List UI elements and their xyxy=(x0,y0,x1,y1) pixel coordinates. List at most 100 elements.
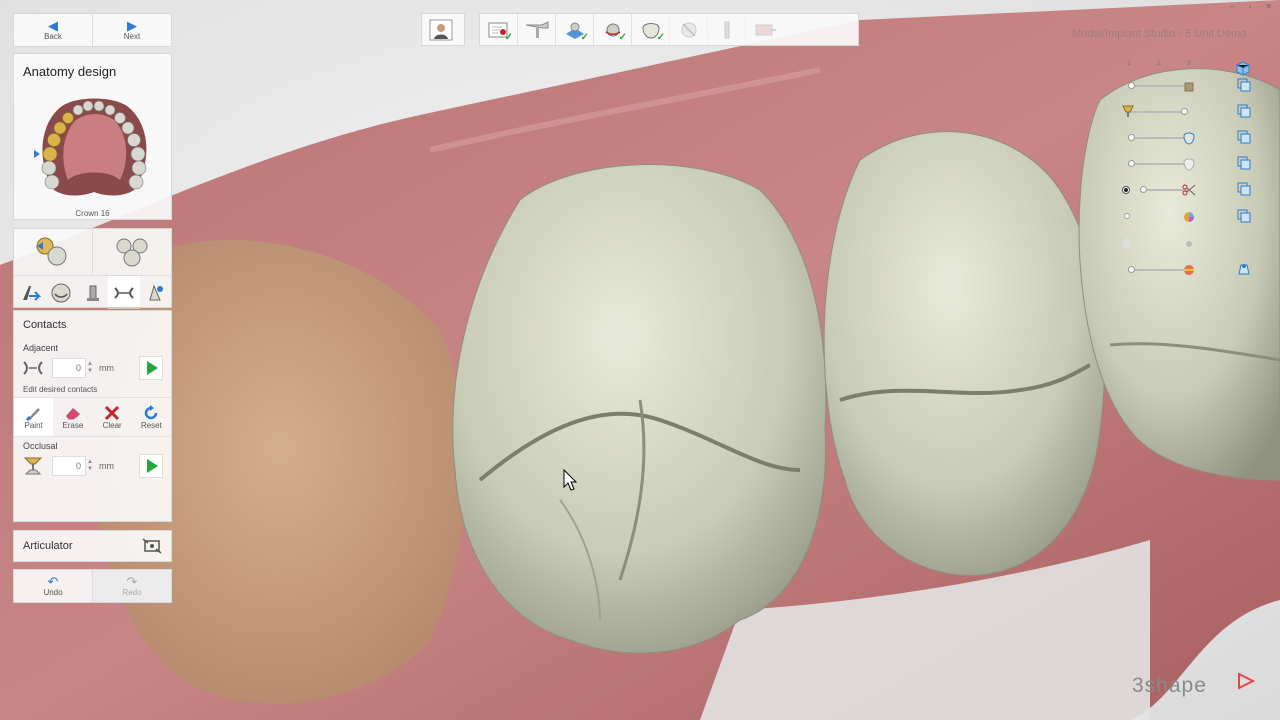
radio-selected-icon[interactable] xyxy=(1122,186,1130,194)
vis-row-color xyxy=(1124,207,1254,227)
redo-icon: ↷ xyxy=(126,573,138,589)
cutback-step-button[interactable] xyxy=(669,14,707,45)
toggle-dot[interactable] xyxy=(1186,241,1192,247)
slider-handle[interactable] xyxy=(1128,160,1135,167)
clear-button[interactable]: Clear xyxy=(93,398,132,436)
articulator-button[interactable]: Articulator xyxy=(13,530,172,562)
adjacent-distance-stepper[interactable]: ▲▼ xyxy=(52,358,93,378)
paint-label: Paint xyxy=(24,420,43,430)
chevron-down-icon[interactable]: ▼ xyxy=(87,368,93,375)
step-done-check-icon: ✓ xyxy=(618,32,627,43)
reset-button[interactable]: Reset xyxy=(132,398,171,436)
window-title: Model/Implant Studio - 5 Unit Demo xyxy=(1072,28,1247,40)
slider-handle[interactable] xyxy=(1128,82,1135,89)
undo-button[interactable]: ↶ Undo xyxy=(14,570,92,602)
edit-contacts-hint: Edit desired contacts xyxy=(23,385,98,394)
copy-layer-icon[interactable] xyxy=(1237,130,1251,144)
jaw-overview-thumbnail[interactable] xyxy=(32,94,156,206)
visibility-slider[interactable] xyxy=(1140,186,1188,193)
next-button[interactable]: ▶ Next xyxy=(92,14,171,46)
smile-composer-tool-button[interactable] xyxy=(45,276,76,309)
history-bar: ↶ Undo ↷ Redo xyxy=(13,569,172,603)
slider-handle[interactable] xyxy=(1128,134,1135,141)
chevron-up-icon[interactable]: ▲ xyxy=(87,459,93,466)
chevron-down-icon[interactable]: ▼ xyxy=(87,466,93,473)
crown-15 xyxy=(823,131,1105,576)
clear-x-icon xyxy=(105,405,120,420)
connector-icon xyxy=(86,285,99,301)
workflow-bar: ✓ ✓ ✓ ✓ xyxy=(479,13,859,46)
copy-layer-icon[interactable] xyxy=(1237,209,1251,223)
maximize-button[interactable]: ▫ xyxy=(1248,2,1251,11)
patient-step-button[interactable] xyxy=(422,14,459,45)
visibility-slider[interactable] xyxy=(1128,108,1188,115)
vis-col-3: 3 xyxy=(1187,60,1191,67)
toggle-dot[interactable] xyxy=(1124,213,1130,219)
transform-tool-button[interactable] xyxy=(140,276,171,309)
copy-layer-icon[interactable] xyxy=(1237,104,1251,118)
minimize-button[interactable]: – xyxy=(1230,2,1234,11)
visibility-panel: 1 2 3 xyxy=(1110,56,1260,286)
copy-layer-icon[interactable] xyxy=(1237,182,1251,196)
visibility-slider[interactable] xyxy=(1128,160,1188,167)
multi-tooth-tool-button[interactable] xyxy=(92,229,171,275)
vis-col-2: 2 xyxy=(1157,60,1161,67)
smile-composer-icon xyxy=(51,283,71,302)
jaw-layer-icon[interactable] xyxy=(1237,262,1251,276)
erase-button[interactable]: Erase xyxy=(53,398,92,436)
slider-handle[interactable] xyxy=(1181,108,1188,115)
reset-label: Reset xyxy=(140,420,162,430)
paint-button[interactable]: Paint xyxy=(14,398,54,436)
3d-viewport[interactable] xyxy=(0,0,1280,720)
articulator-label: Articulator xyxy=(23,540,73,552)
step-done-check-icon: ✓ xyxy=(656,32,665,43)
margin-step-button[interactable]: ✓ xyxy=(593,14,631,45)
multi-tooth-icon xyxy=(116,238,148,267)
eraser-icon xyxy=(65,407,80,420)
post-step-button[interactable] xyxy=(707,14,745,45)
scanner-icon xyxy=(525,20,548,38)
patient-photo-icon xyxy=(429,19,452,40)
light-bulb-icon xyxy=(1123,238,1131,248)
vis-col-1: 1 xyxy=(1127,60,1131,67)
visibility-slider[interactable] xyxy=(1128,266,1188,273)
slider-handle[interactable] xyxy=(1140,186,1147,193)
back-label: Back xyxy=(44,31,62,41)
vis-row-gold xyxy=(1122,102,1254,122)
anatomy-step-button[interactable]: ✓ xyxy=(631,14,669,45)
redo-button[interactable]: ↷ Redo xyxy=(92,570,171,602)
export-step-button[interactable] xyxy=(745,14,783,45)
chevron-up-icon[interactable]: ▲ xyxy=(87,361,93,368)
next-label: Next xyxy=(123,31,141,41)
prepare-step-button[interactable]: ✓ xyxy=(555,14,593,45)
close-button[interactable]: ✕ xyxy=(1265,2,1272,11)
slider-handle[interactable] xyxy=(1128,266,1135,273)
patient-bar xyxy=(421,13,465,46)
copy-layer-icon[interactable] xyxy=(1237,78,1251,92)
arrow-right-icon: ▶ xyxy=(127,17,137,33)
visibility-slider[interactable] xyxy=(1128,82,1188,89)
clear-label: Clear xyxy=(102,420,122,430)
scan-step-button[interactable] xyxy=(517,14,555,45)
apply-occlusal-button[interactable] xyxy=(139,454,163,478)
single-tooth-tool-button[interactable] xyxy=(14,229,92,275)
contacts-tool-button[interactable] xyxy=(108,276,140,309)
apply-adjacent-button[interactable] xyxy=(139,356,163,380)
occlusal-distance-stepper[interactable]: ▲▼ xyxy=(52,456,93,476)
window-controls: – ▫ ✕ xyxy=(1230,2,1272,11)
undo-icon: ↶ xyxy=(47,573,59,589)
contacts-panel: Contacts Adjacent ▲▼ mm Edit desired con… xyxy=(13,310,172,522)
back-button[interactable]: ◀ Back xyxy=(14,14,92,46)
visibility-slider[interactable] xyxy=(1128,134,1188,141)
undo-label: Undo xyxy=(43,587,63,597)
vis-row-jaw xyxy=(1124,260,1254,280)
vis-row-light xyxy=(1123,234,1254,254)
adjacent-distance-input[interactable] xyxy=(52,358,86,378)
occlusal-distance-input[interactable] xyxy=(52,456,86,476)
view-cube-icon[interactable] xyxy=(1235,60,1251,76)
copy-layer-icon[interactable] xyxy=(1237,156,1251,170)
vis-row-abutment xyxy=(1124,76,1254,96)
order-step-button[interactable]: ✓ xyxy=(480,14,517,45)
connector-tool-button[interactable] xyxy=(77,276,108,309)
sculpt-tool-button[interactable] xyxy=(14,276,45,309)
